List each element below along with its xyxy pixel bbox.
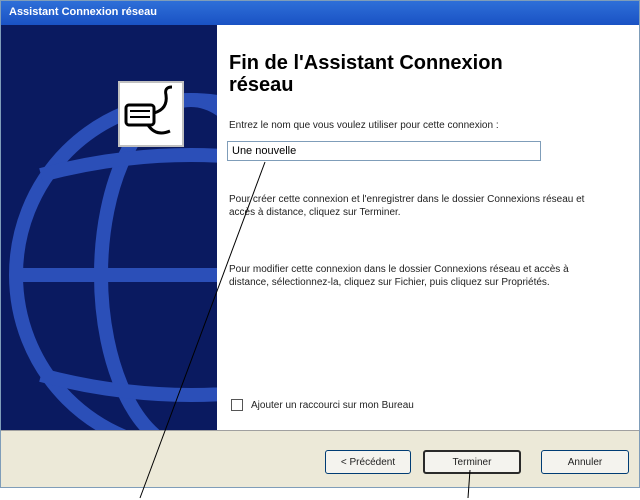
previous-button[interactable]: < Précédent [325,450,411,474]
title-bar[interactable]: Assistant Connexion réseau [1,1,639,25]
network-connection-wizard-icon [118,81,184,147]
modify-instructions: Pour modifier cette connexion dans le do… [229,264,569,288]
wizard-heading: Fin de l'Assistant Connexion réseau [229,52,503,96]
connection-name-prompt: Entrez le nom que vous voulez utiliser p… [229,120,499,131]
desktop-shortcut-checkbox[interactable] [231,399,243,411]
window-title: Assistant Connexion réseau [9,6,157,18]
wizard-content: Fin de l'Assistant Connexion réseau Entr… [217,25,639,430]
desktop-shortcut-option[interactable]: Ajouter un raccourci sur mon Bureau [231,399,414,411]
wizard-window: Assistant Connexion réseau Fin de l'Assi… [0,0,640,488]
cancel-button[interactable]: Annuler [541,450,629,474]
wizard-button-bar: < Précédent Terminer Annuler [1,430,639,487]
desktop-shortcut-label[interactable]: Ajouter un raccourci sur mon Bureau [251,400,414,411]
finish-instructions: Pour créer cette connexion et l'enregist… [229,194,585,218]
globe-icon [9,93,217,430]
finish-button[interactable]: Terminer [423,450,521,474]
wizard-side-panel [1,25,217,430]
connection-name-input[interactable] [227,141,541,161]
